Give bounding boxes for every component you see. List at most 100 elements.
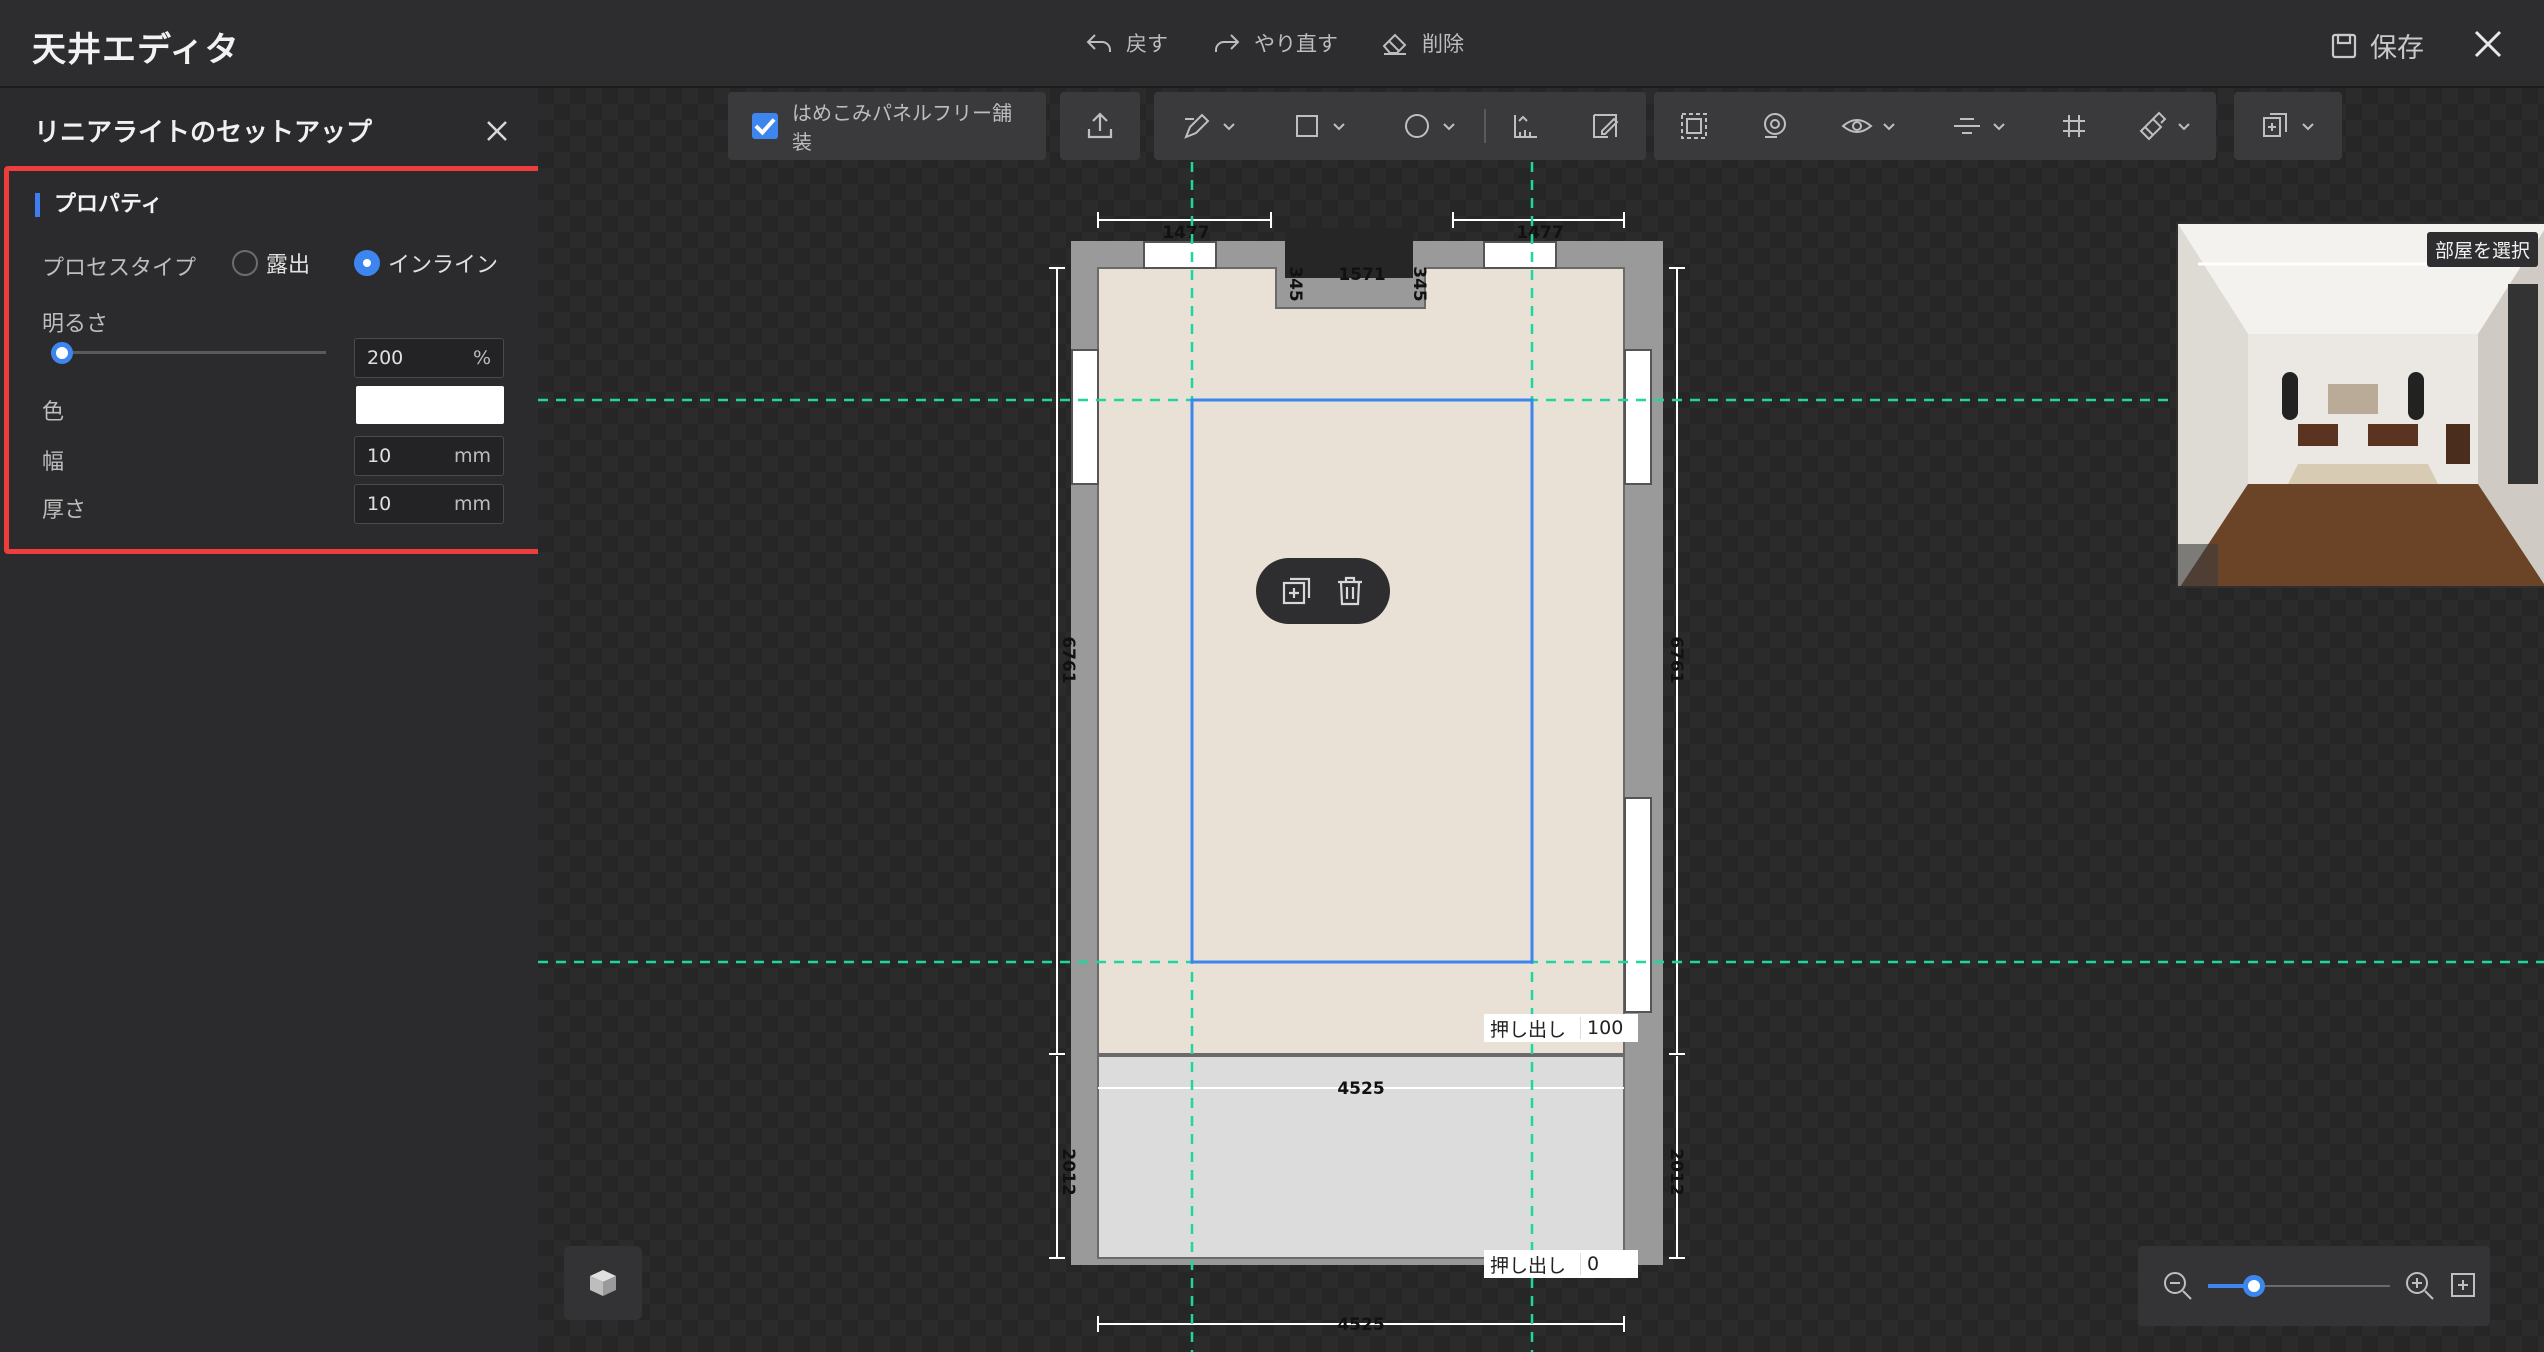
chevron-down-icon [1993,123,2005,131]
3d-view-toggle-button[interactable] [564,1246,642,1320]
dim-left-upper: 6761 [1058,636,1078,683]
dim-mid-width: 4525 [1337,1079,1384,1099]
lasso-button[interactable] [1734,92,1814,160]
width-unit: mm [453,445,491,467]
plan-canvas[interactable]: 1477 1477 1571 345 345 6761 6761 2012 20… [538,88,2544,1352]
trash-icon[interactable] [1332,573,1368,609]
delete-label: 削除 [1422,32,1464,56]
radio-dot-inline [354,250,380,276]
color-swatch[interactable] [356,386,504,424]
ruler-icon [1514,115,1537,138]
close-editor-button[interactable] [2468,20,2508,68]
brightness-slider-knob[interactable] [51,342,73,364]
rectangle-icon [1296,115,1318,137]
seamless-paving-checkbox[interactable]: はめこみパネルフリー舗装 [728,92,1046,160]
seamless-paving-label: はめこみパネルフリー舗装 [792,101,1012,154]
width-label: 幅 [42,450,65,475]
dim-bottom-width: 4525 [1337,1315,1384,1335]
pen-tool-button[interactable] [1154,92,1264,160]
chevron-down-icon [2302,123,2314,131]
width-value: 10 [367,445,392,467]
edit-icon [1593,114,1619,138]
panel-close-button[interactable] [480,114,514,148]
select-area-button[interactable] [1654,92,1734,160]
close-icon [487,121,507,141]
linear-light-panel: リニアライトのセットアップ プロパティ プロセスタイプ 露出 インライン 明るさ… [0,88,548,1352]
chevron-down-icon [1883,123,1895,131]
copy-icon [2263,113,2287,137]
width-input[interactable]: 10 mm [354,436,504,476]
thickness-label: 厚さ [42,498,87,523]
draw-tools-group [1154,92,1646,160]
dim-notch-right: 345 [1409,266,1429,302]
radio-inline-label: インライン [388,253,499,278]
upload-icon [1087,112,1113,139]
copy-button[interactable] [2234,92,2342,160]
radio-exposed-label: 露出 [266,253,311,278]
save-button[interactable]: 保存 [2330,26,2424,65]
thickness-unit: mm [453,493,491,515]
zoom-controls [2138,1246,2490,1326]
upload-button[interactable] [1060,92,1140,160]
title-bar: 天井エディタ 戻す やり直す 削除 保存 [0,0,2544,88]
brightness-value: 200 [367,347,404,369]
color-label: 色 [42,400,65,425]
redo-button[interactable]: やり直す [1212,28,1338,58]
paint-icon [2139,111,2167,141]
radio-exposed[interactable]: 露出 [232,247,310,279]
delete-button[interactable]: 削除 [1380,28,1464,58]
zoom-in-icon[interactable] [2404,1270,2436,1302]
dim-top-left: 1477 [1162,223,1209,243]
notch-cutout [1285,228,1413,278]
align-button[interactable] [1924,92,2034,160]
edit-tool-button[interactable] [1566,92,1644,160]
view-tools-group [1654,92,2216,160]
linear-light-selection[interactable] [1190,398,1534,964]
radio-inline[interactable]: インライン [354,247,498,279]
close-icon [2474,30,2502,58]
paint-button[interactable] [2114,92,2214,160]
duplicate-icon[interactable] [1279,573,1315,609]
brightness-input[interactable]: 200 % [354,338,504,378]
window-top-right [1483,241,1557,269]
thickness-input[interactable]: 10 mm [354,484,504,524]
redo-label: やり直す [1254,32,1338,56]
dim-top-mid: 1571 [1338,265,1385,285]
select-area-icon [1681,113,1707,139]
dim-right-upper: 6761 [1666,636,1686,683]
extrude-upper[interactable]: 押し出し 100 [1484,1014,1639,1042]
dim-right-lower: 2012 [1666,1148,1686,1195]
brightness-slider-track[interactable] [60,351,326,354]
outer-walls [1071,241,1663,1265]
zoom-out-icon[interactable] [2162,1270,2194,1302]
window-top-left [1143,241,1217,269]
save-label: 保存 [2370,33,2424,64]
app-title: 天井エディタ [32,30,240,70]
chevron-down-icon [1223,123,1235,131]
circle-icon [1405,114,1429,138]
ruler-tool-button[interactable] [1486,92,1566,160]
seamless-toggle-group: はめこみパネルフリー舗装 [728,92,1046,160]
extrude-lower-label: 押し出し [1490,1254,1567,1277]
ceiling-upper [1097,267,1625,1055]
visibility-button[interactable] [1814,92,1924,160]
room-select-button[interactable]: 部屋を選択 [2426,232,2538,267]
grid-button[interactable] [2034,92,2114,160]
dim-notch-left: 345 [1285,266,1305,302]
fit-view-icon[interactable] [2448,1270,2478,1300]
ceiling-lower [1097,1055,1625,1259]
undo-button[interactable]: 戻す [1084,28,1168,58]
room-3d-preview[interactable]: 部屋を選択 [2176,222,2544,588]
eraser-icon [1382,33,1407,55]
zoom-slider-knob[interactable] [2242,1275,2265,1297]
panel-title: リニアライトのセットアップ [34,118,373,148]
chevron-down-icon [1333,123,1345,131]
extrude-lower[interactable]: 押し出し 0 [1484,1250,1639,1278]
align-icon [1954,118,1980,134]
rectangle-tool-button[interactable] [1264,92,1374,160]
circle-tool-button[interactable] [1374,92,1484,160]
save-icon [2331,33,2357,58]
brightness-unit: % [472,347,491,369]
lasso-icon [1764,113,1786,138]
upload-group [1060,92,1140,160]
